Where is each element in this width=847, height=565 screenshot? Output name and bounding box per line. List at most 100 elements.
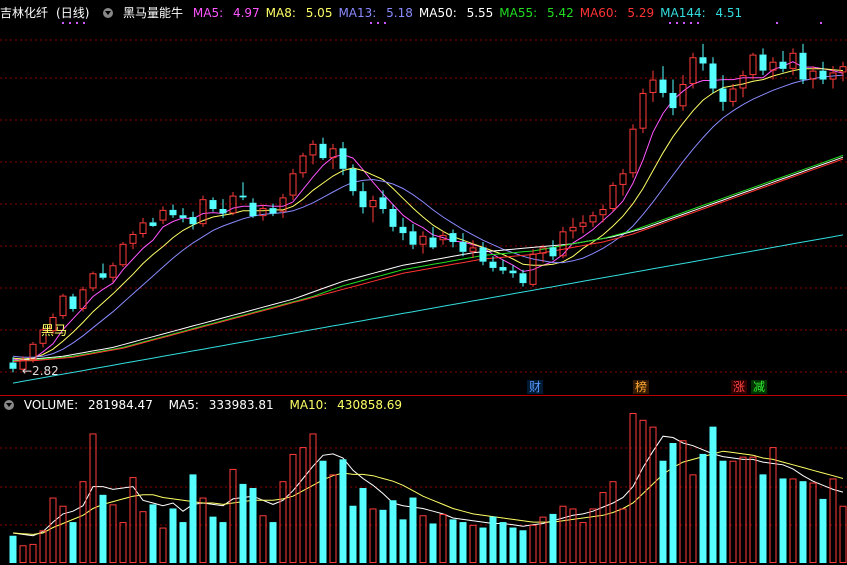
candle-body — [569, 226, 577, 232]
candle-body — [389, 209, 397, 227]
volume-bar — [319, 460, 327, 563]
volume-label: VOLUME: 281984.47 — [23, 398, 153, 412]
volume-bar — [9, 535, 17, 563]
ma-line-ma144 — [12, 234, 844, 384]
event-tag[interactable]: 涨 — [731, 380, 748, 394]
price-header: 吉林化纤 (日线) 黑马量能牛 MA5: 4.97 MA8: 5.05 MA13: 5… — [0, 5, 754, 21]
candle-body — [699, 57, 707, 64]
event-dot — [76, 22, 78, 24]
event-dot — [669, 22, 671, 24]
candlestick — [169, 204, 177, 218]
volume-header: VOLUME: 281984.47 MA5: 333983.81 MA10: 4… — [0, 397, 414, 413]
volume-bar — [349, 505, 357, 563]
volume-bar — [19, 545, 27, 563]
candlestick — [799, 43, 807, 85]
candlestick — [59, 293, 67, 319]
candle-body — [459, 242, 467, 252]
volume-bar — [259, 515, 267, 563]
volume-bar — [299, 447, 307, 563]
volume-bar — [729, 460, 737, 563]
event-tag[interactable]: 财 — [527, 380, 544, 394]
candle-body — [449, 233, 457, 243]
candle-body — [99, 273, 107, 278]
volume-bar — [829, 478, 837, 564]
dropdown-circle-icon[interactable] — [103, 8, 114, 18]
event-tag[interactable]: 减 — [751, 380, 768, 394]
candlestick — [199, 195, 207, 227]
volume-bar — [529, 524, 537, 563]
volume-bar — [489, 516, 497, 563]
candlestick — [379, 190, 387, 214]
moving-average-lines — [12, 61, 844, 384]
event-dot — [683, 22, 685, 24]
candle-body — [239, 195, 247, 198]
candlestick — [729, 84, 737, 107]
candle-body — [419, 235, 427, 245]
volume-bars — [9, 413, 847, 564]
volume-bar — [109, 504, 117, 564]
candle-body — [649, 79, 657, 93]
low-price-marker: ←2.82 — [22, 364, 59, 378]
ma-legend: MA5: 4.97 MA8: 5.05 MA13: 5.18 MA50: 5.55 MA… — [193, 6, 748, 20]
volume-bar — [339, 459, 347, 563]
ma-line-ma8 — [12, 68, 844, 360]
candle-body — [249, 202, 257, 217]
volume-bar — [709, 426, 717, 563]
event-dots — [62, 22, 822, 24]
candle-body — [109, 265, 117, 278]
candlestick — [429, 226, 437, 250]
candle-body — [59, 295, 67, 317]
candle-body — [409, 231, 417, 245]
candlestick — [659, 66, 667, 98]
candlestick — [579, 215, 587, 234]
volume-bar — [569, 508, 577, 564]
candle-body — [209, 200, 217, 209]
event-tag[interactable]: 榜 — [633, 380, 650, 394]
volume-bar — [289, 453, 297, 563]
chart-canvas[interactable] — [0, 0, 847, 565]
indicator-name[interactable]: 黑马量能牛 — [123, 6, 183, 20]
volume-bar — [679, 440, 687, 564]
candle-body — [759, 54, 767, 71]
volume-ma5-line — [12, 435, 844, 537]
candlestick — [669, 79, 677, 116]
volume-bar — [769, 447, 777, 563]
event-dot — [384, 22, 386, 24]
dropdown-circle-icon[interactable] — [4, 400, 14, 410]
stock-name[interactable]: 吉林化纤 (日线) — [0, 6, 95, 20]
candle-body — [9, 362, 17, 369]
volume-bar — [839, 505, 847, 563]
volume-bar — [159, 527, 167, 564]
candlestick — [69, 293, 77, 312]
volume-bar — [759, 474, 767, 563]
volume-bar — [559, 505, 567, 563]
volume-bar — [179, 522, 187, 563]
volume-bar — [579, 522, 587, 563]
candlestick — [299, 152, 307, 178]
candle-body — [789, 52, 797, 69]
volume-bar — [739, 456, 747, 563]
volume-bar — [689, 474, 697, 564]
ma-line-ma50 — [12, 156, 844, 362]
candle-body — [129, 233, 137, 244]
volume-bar — [519, 530, 527, 563]
candle-body — [149, 222, 157, 226]
candle-body — [499, 267, 507, 271]
ma-line-ma5 — [12, 61, 844, 362]
candle-body — [309, 143, 317, 156]
candle-body — [799, 52, 807, 80]
candlestick — [399, 217, 407, 241]
candle-body — [489, 261, 497, 268]
candle-body — [269, 208, 277, 214]
candlestick — [519, 269, 527, 287]
event-dot — [690, 22, 692, 24]
candle-body — [319, 143, 327, 159]
candlestick — [759, 48, 767, 76]
volume-bar — [399, 519, 407, 563]
event-dot — [370, 22, 372, 24]
volume-bar — [509, 527, 517, 563]
volume-bar — [59, 505, 67, 563]
volume-bar — [29, 543, 37, 564]
candle-body — [379, 197, 387, 209]
candlestick — [369, 195, 377, 223]
